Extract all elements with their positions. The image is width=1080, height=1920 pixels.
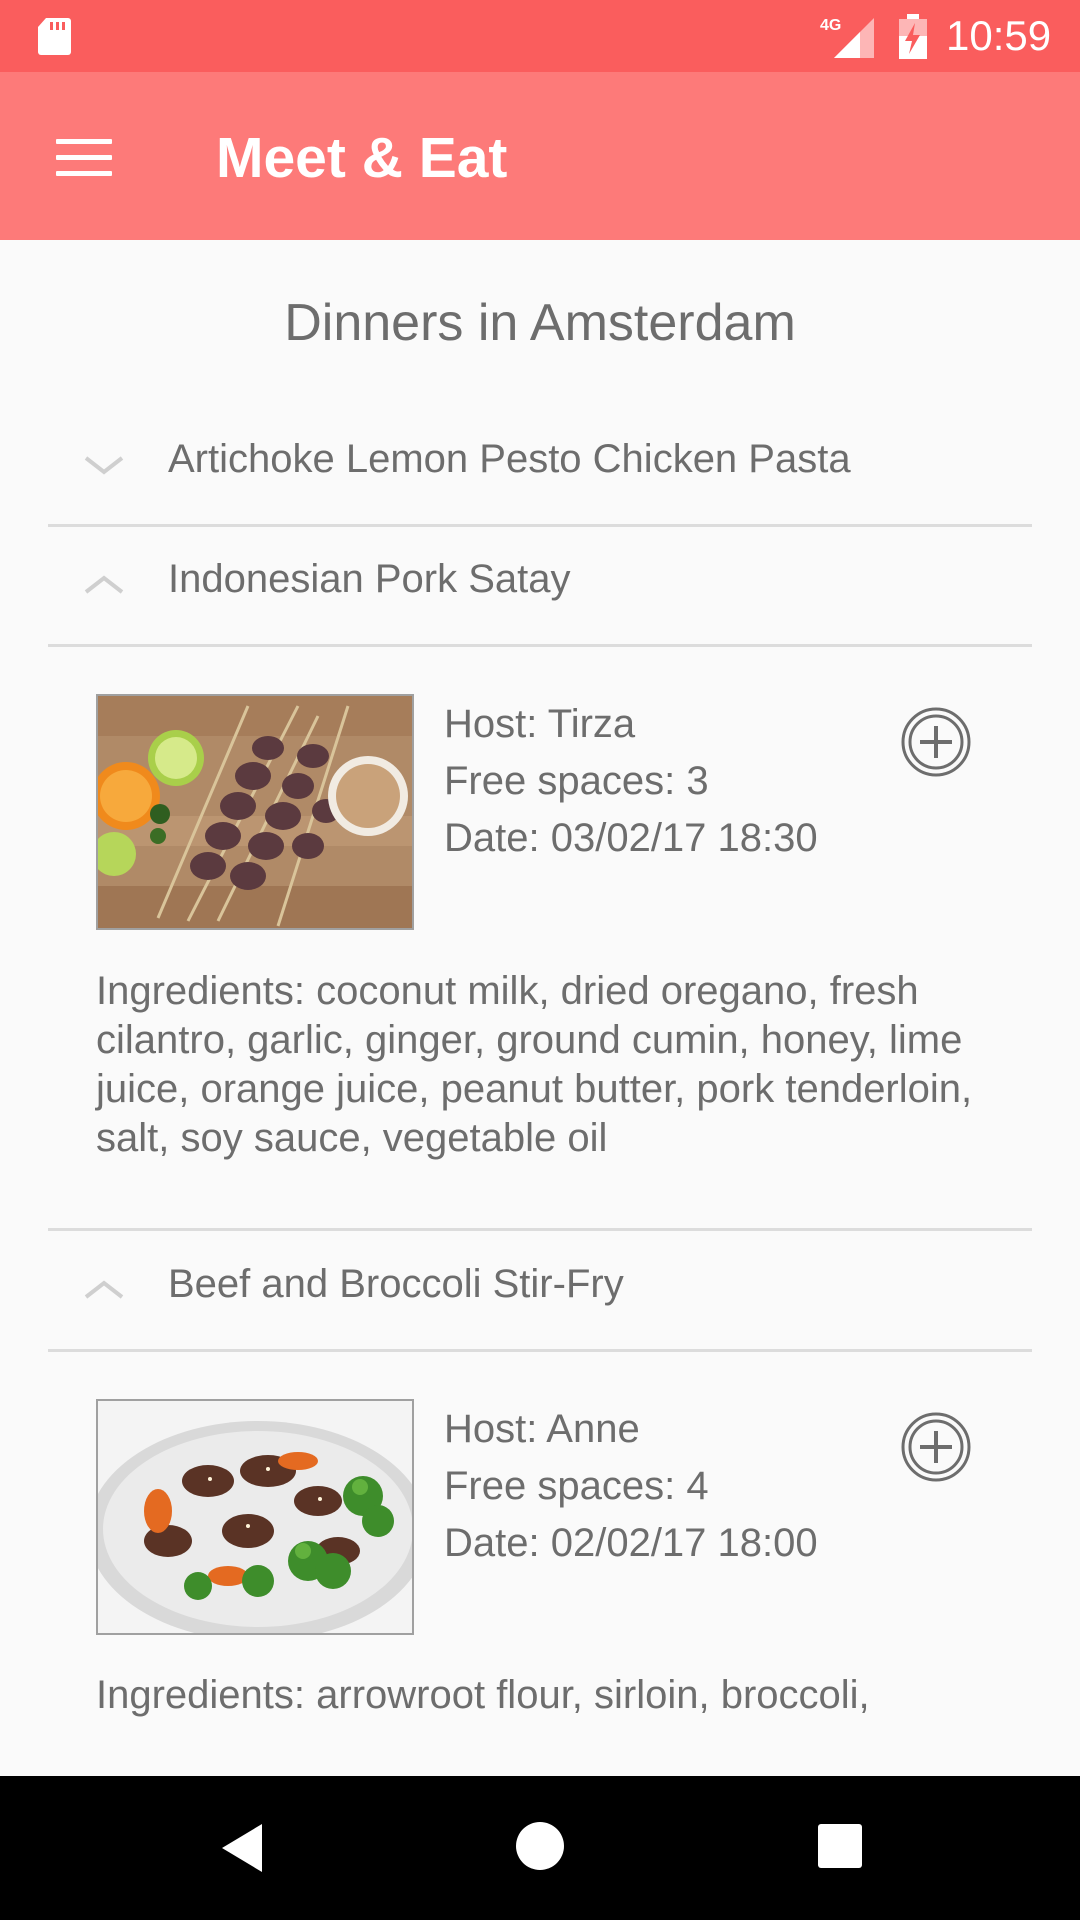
pork-satay-image	[98, 696, 412, 928]
dinner-header-beef-broccoli[interactable]: Beef and Broccoli Stir-Fry	[48, 1231, 1032, 1352]
home-icon[interactable]	[514, 1820, 566, 1872]
free-spaces-label: Free spaces: 4	[444, 1464, 709, 1508]
cell-signal-icon: 4G	[820, 17, 874, 58]
dish-photo-pork-satay	[96, 694, 414, 930]
host-label: Host: Tirza	[444, 702, 636, 746]
dish-photo-beef-broccoli	[96, 1399, 414, 1635]
hamburger-menu-icon[interactable]	[40, 112, 130, 202]
chevron-down-icon	[84, 456, 124, 475]
plus-circle-icon[interactable]	[900, 1411, 972, 1483]
status-bar: 4G 10:59	[0, 0, 1080, 72]
page-title: Dinners in Amsterdam	[284, 294, 796, 352]
beef-broccoli-image	[98, 1401, 412, 1633]
dinner-name: Indonesian Pork Satay	[168, 557, 571, 601]
plus-circle-icon[interactable]	[900, 706, 972, 778]
clock: 10:59	[946, 12, 1052, 59]
app-bar: Meet & Eat	[0, 72, 1080, 240]
network-type-label: 4G	[820, 17, 841, 34]
date-label: Date: 02/02/17 18:00	[444, 1521, 818, 1565]
chevron-up-icon	[84, 1280, 124, 1299]
sd-card-icon	[38, 18, 71, 55]
dinner-header-pork-satay[interactable]: Indonesian Pork Satay	[48, 526, 1032, 647]
ingredients-text: Ingredients: arrowroot flour, sirloin, b…	[96, 1673, 870, 1717]
dinner-name: Beef and Broccoli Stir-Fry	[168, 1262, 624, 1306]
dinner-header-artichoke-pasta[interactable]: Artichoke Lemon Pesto Chicken Pasta	[48, 406, 1032, 527]
host-label: Host: Anne	[444, 1407, 640, 1451]
date-label: Date: 03/02/17 18:30	[444, 816, 818, 860]
dinner-name: Artichoke Lemon Pesto Chicken Pasta	[168, 437, 851, 481]
back-icon[interactable]	[216, 1820, 272, 1876]
free-spaces-label: Free spaces: 3	[444, 759, 709, 803]
app-title: Meet & Eat	[216, 126, 508, 190]
battery-icon	[899, 14, 927, 59]
chevron-up-icon	[84, 575, 124, 594]
recent-apps-icon[interactable]	[816, 1822, 864, 1870]
ingredients-text: Ingredients: coconut milk, dried oregano…	[96, 969, 973, 1160]
navigation-bar	[0, 1776, 1080, 1920]
